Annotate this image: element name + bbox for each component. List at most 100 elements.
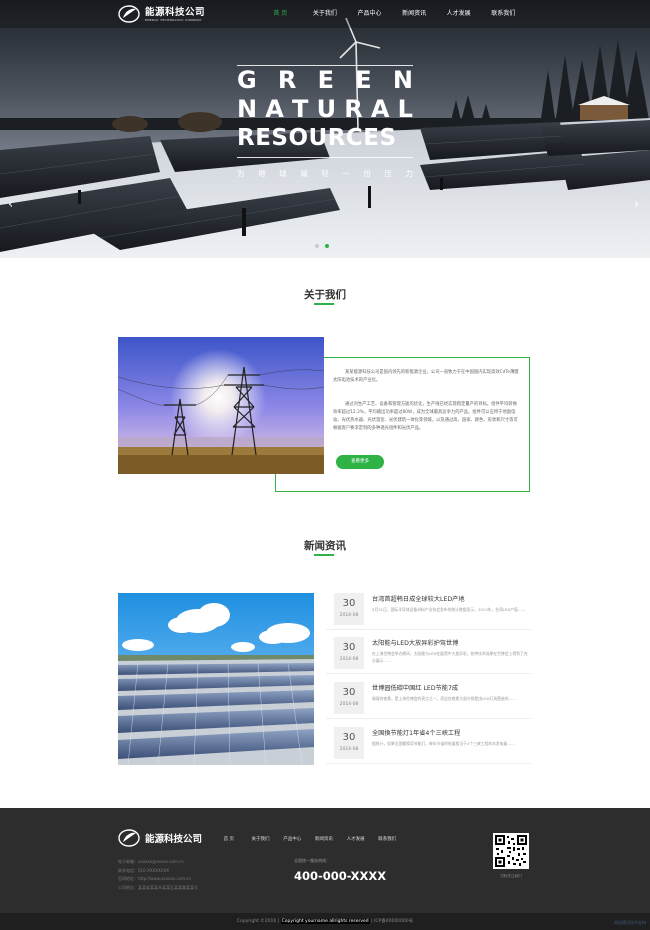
hero-sub-char: 压 <box>384 169 392 178</box>
nav-item-about[interactable]: 关于我们 <box>303 0 348 28</box>
news-section-title: 新闻资讯 <box>304 540 346 552</box>
hero-sub-char: 一 <box>342 169 350 178</box>
copyright-owner: Copyright yourname allrights reserved <box>280 919 370 924</box>
hero-subtitle: 为 地 球 减 轻 一 份 压 力 <box>237 168 413 179</box>
leaf-logo-icon <box>118 5 140 23</box>
news-title[interactable]: 世博园低碳中国红 LED节能7成 <box>372 683 458 692</box>
hero-divider-bottom <box>237 157 413 158</box>
qr-code-icon <box>493 833 529 869</box>
footer-nav: 首 页 关于我们 产品中心 新闻资讯 人才发展 联系我们 <box>213 836 403 842</box>
hero-letter: G <box>237 66 257 94</box>
footer-phone-line: 联系电话：010-XXXXXXXX <box>118 867 169 873</box>
news-date-day: 30 <box>342 598 356 609</box>
news-date-box: 30 2014-08 <box>334 637 364 669</box>
footer-logo[interactable]: 能源科技公司 <box>118 829 202 847</box>
power-tower-image <box>118 337 324 474</box>
news-item[interactable]: 30 2014-08 台湾首超韩日成全球较大LED产地 5月31日，国际半导体设… <box>326 586 531 630</box>
about-paragraph-1: 某某能源科技公司是国内领先的新能源企业，公司一直致力于在中国国内实现高效CdTe… <box>333 370 519 383</box>
hero-letter: N <box>392 66 413 94</box>
news-date-day: 30 <box>342 642 356 653</box>
nav-item-news[interactable]: 新闻资讯 <box>392 0 437 28</box>
nav-item-products[interactable]: 产品中心 <box>347 0 392 28</box>
hero-sub-char: 球 <box>279 169 287 178</box>
news-date-box: 30 2014-08 <box>334 682 364 714</box>
news-item[interactable]: 30 2014-08 世博园低碳中国红 LED节能7成 璀璨的夜景，是上海世博会… <box>326 675 531 719</box>
news-title[interactable]: 台湾首超韩日成全球较大LED产地 <box>372 594 465 603</box>
news-excerpt: 璀璨的夜景，是上海世博会的亮点之一，而这些夜景大部分都是由LED灯具营造的…… <box>372 696 517 701</box>
footer-brand-name: 能源科技公司 <box>145 834 203 845</box>
news-excerpt: 据统计，如果全国都换用节能灯，每年节省的电量相当于4个三峡工程的年发电量…… <box>372 741 515 746</box>
hero-letter: A <box>370 95 390 123</box>
footer-nav-about[interactable]: 关于我们 <box>245 836 277 842</box>
brand-name: 能源科技公司 <box>145 6 206 18</box>
solar-farm-image <box>118 593 314 765</box>
footer-email: 电子邮箱：xxxxxx@xxxxx.com.cn <box>118 859 184 864</box>
hero-sub-char: 力 <box>405 169 414 178</box>
brand-tagline: ENERGY TECHNOLOGY COMPANY <box>145 17 202 22</box>
hero-sub-char: 减 <box>300 169 308 178</box>
footer-address: 公司地址：某某省某某市某某区某某路某某号 <box>118 884 198 890</box>
brand-logo[interactable]: 能源科技公司 ENERGY TECHNOLOGY COMPANY <box>118 3 205 25</box>
footer-nav-products[interactable]: 产品中心 <box>276 836 308 842</box>
chevron-left-icon[interactable]: ‹ <box>8 198 13 211</box>
hero-word-natural: N A T U R A L <box>237 95 413 124</box>
hero-sub-char: 地 <box>258 169 266 178</box>
hero-letter: R <box>344 95 363 123</box>
leaf-logo-icon <box>118 829 140 847</box>
news-item[interactable]: 30 2014-08 全国換节能灯1年省4个三峡工程 据统计，如果全国都换用节能… <box>326 720 531 764</box>
about-paragraph-2: 通过对生产工艺、设备和管理方面的优化，生产线已经实现稳定量产的目标。组件平均转换… <box>333 402 518 431</box>
slider-pagination <box>315 244 329 248</box>
qr-code-label: 扫码关注我们 <box>500 874 522 878</box>
hotline-number: 400-000-XXXX <box>294 869 387 883</box>
news-excerpt: 5月31日，国际半导体设备材料产业协会发布的统计数据显示，2013年，台湾LED… <box>372 607 526 612</box>
news-title[interactable]: 全国換节能灯1年省4个三峡工程 <box>372 728 460 737</box>
footer-nav-contact[interactable]: 联系我们 <box>371 836 403 842</box>
footer-contact-info: 电子邮箱：xxxxxx@xxxxx.com.cn 联系电话：010-XXXXXX… <box>118 858 198 892</box>
hero-sub-char: 份 <box>363 169 371 178</box>
copyright-text: Copyright ©2016 | Copyright yourname all… <box>236 919 414 924</box>
news-title-underline <box>314 554 334 556</box>
news-item[interactable]: 30 2014-08 太阳能与LED大放异彩护驾世博 在上海世博会举办期间，太阳… <box>326 630 531 674</box>
nav-item-careers[interactable]: 人才发展 <box>436 0 481 28</box>
hero-letter: L <box>397 95 413 123</box>
copyright-year: Copyright ©2016 <box>236 919 277 924</box>
footer-nav-careers[interactable]: 人才发展 <box>340 836 372 842</box>
nav-item-home[interactable]: 首 页 <box>258 0 303 28</box>
hero-word-green: G R E E N <box>237 66 413 95</box>
hero-banner: 能源科技公司 ENERGY TECHNOLOGY COMPANY 首 页 关于我… <box>0 0 650 258</box>
hero-letter: R <box>277 66 297 94</box>
news-date-month: 2014-08 <box>339 702 359 707</box>
about-title-underline <box>314 303 334 305</box>
hero-letter: T <box>292 95 309 123</box>
hero-letter: E <box>317 66 335 94</box>
footer-nav-home[interactable]: 首 页 <box>213 836 245 842</box>
news-date-box: 30 2014-08 <box>334 593 364 625</box>
news-date-box: 30 2014-08 <box>334 727 364 759</box>
news-date-month: 2014-08 <box>339 657 359 662</box>
hotline-label: 全国统一服务热线： <box>294 858 330 863</box>
news-date-day: 30 <box>342 732 356 743</box>
hero-letter: A <box>265 95 284 123</box>
hero-word-resources: RESOURCES <box>237 125 397 151</box>
about-more-button[interactable]: 查看更多 <box>336 455 384 469</box>
footer-nav-news[interactable]: 新闻资讯 <box>308 836 340 842</box>
footer-website: 官网地址：http://www.xxxxxx.com.cn <box>118 876 191 881</box>
news-date-day: 30 <box>342 687 356 698</box>
news-excerpt: 在上海世博会举办期间，太阳能与LED在展馆中大放异彩，各种技术成果在世博会上得到… <box>372 651 528 663</box>
nav-menu: 首 页 关于我们 产品中心 新闻资讯 人才发展 联系我们 <box>258 0 526 28</box>
chevron-right-icon[interactable]: › <box>634 198 639 211</box>
hero-headline: G R E E N N A T U R A L RESOURCES 为 地 球 … <box>237 65 413 179</box>
hero-letter: N <box>237 95 258 123</box>
tech-support-link[interactable]: 网站建设技术支持 <box>614 920 646 926</box>
news-title[interactable]: 太阳能与LED大放异彩护驾世博 <box>372 638 458 647</box>
hero-sub-char: 轻 <box>321 169 329 178</box>
about-section-title: 关于我们 <box>304 289 346 301</box>
icp-number[interactable]: ICP备00000000号 <box>374 919 413 924</box>
slider-dot[interactable] <box>315 244 319 248</box>
top-navigation: 能源科技公司 ENERGY TECHNOLOGY COMPANY 首 页 关于我… <box>0 0 650 28</box>
news-date-month: 2014-08 <box>339 613 359 618</box>
slider-dot-active[interactable] <box>325 244 329 248</box>
nav-item-contact[interactable]: 联系我们 <box>481 0 526 28</box>
hero-sub-char: 为 <box>237 169 245 178</box>
news-date-month: 2014-08 <box>339 747 359 752</box>
